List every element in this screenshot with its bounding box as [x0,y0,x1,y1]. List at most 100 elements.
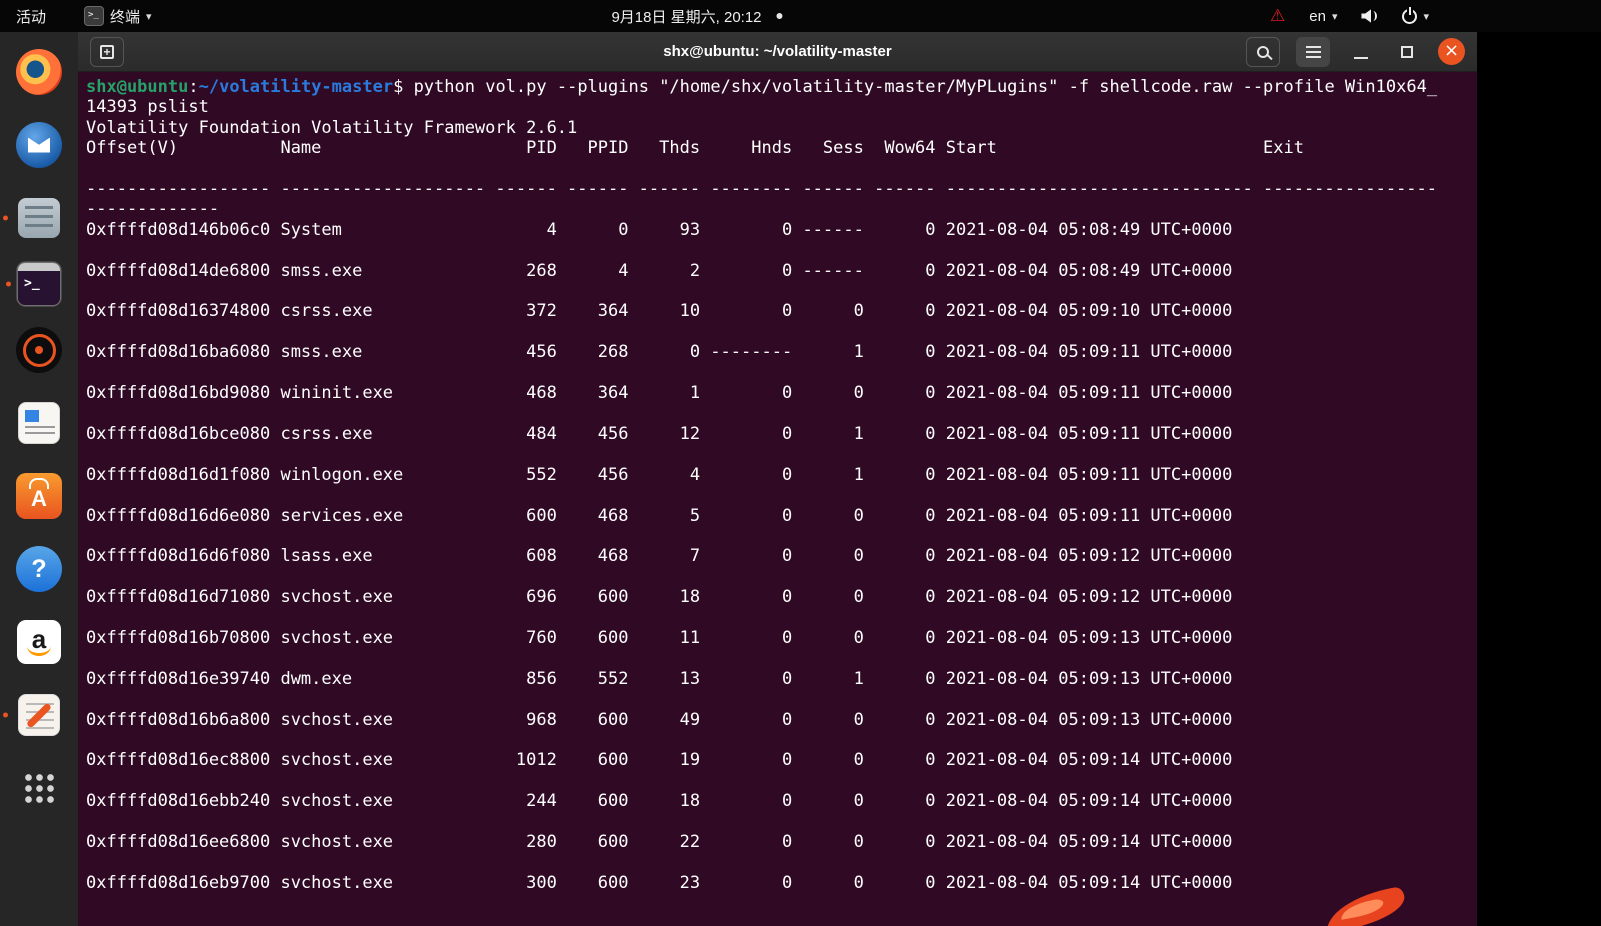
terminal-icon: >_ [17,262,61,306]
hamburger-icon [1305,45,1321,58]
dock-item-writer[interactable] [16,400,62,446]
terminal-text-segment: 0xffffd08d16d71080 svchost.exe 696 600 1… [86,587,1438,608]
running-indicator [6,281,11,287]
dock-item-amazon[interactable]: a [16,619,62,665]
terminal-text-segment: : [188,77,199,97]
amazon-icon: a [17,620,61,664]
show-apps-icon [23,772,56,805]
terminal-text-segment: 0xffffd08d16d1f080 winlogon.exe 552 456 … [86,464,1438,485]
terminal-text-segment: 0xffffd08d16e39740 dwm.exe 856 552 13 0 … [86,668,1438,689]
dock-item-terminal[interactable]: >_ [6,261,62,307]
new-tab-icon: + [100,44,114,59]
dock-item-help[interactable]: ? [16,546,62,592]
chevron-down-icon: ▾ [146,9,152,23]
power-icon [1402,8,1418,24]
language-label: en [1309,7,1326,25]
notification-dot [776,13,783,19]
dock: >_ A? a [0,32,78,926]
dock-item-media[interactable] [16,327,62,373]
desktop: 活动 >_ 终端 ▾ 9月18日 星期六, 20:12 ⚠ en ▾ ▾ >_ … [0,0,1601,926]
warning-icon[interactable]: ⚠ [1270,6,1285,26]
terminal-text-segment: 0xffffd08d16bce080 csrss.exe 484 456 12 … [86,423,1438,444]
text-editor-icon [18,694,60,736]
help-icon: ? [16,546,62,592]
window-controls: × [1246,36,1465,67]
terminal-text-segment: 0xffffd08d16bd9080 wininit.exe 468 364 1… [86,383,1438,404]
firefox-icon [16,49,62,95]
terminal-mini-icon: >_ [84,6,105,26]
running-indicator [3,712,8,718]
terminal-text-segment: 0xffffd08d16ee6800 svchost.exe 280 600 2… [86,832,1438,853]
terminal-text-segment: 0xffffd08d16eb9700 svchost.exe 300 600 2… [86,872,1438,893]
thunderbird-icon [16,122,62,168]
terminal-text-segment: shx@ubuntu [86,77,189,97]
app-menu-label: 终端 [110,8,141,26]
chevron-down-icon: ▾ [1331,9,1338,23]
terminal-window: + shx@ubuntu: ~/volatility-master × shx@… [78,32,1477,926]
workspace: >_ A? a + shx@ubuntu: ~/volatility-master [0,32,1601,926]
volume-icon[interactable] [1361,9,1378,23]
terminal-text-segment: 0xffffd08d16d6e080 services.exe 600 468 … [86,505,1438,526]
terminal-text-segment: 0xffffd08d16d6f080 lsass.exe 608 468 7 0… [86,546,1438,567]
close-button[interactable]: × [1438,38,1465,65]
terminal-text-segment: ------------------ -------------------- … [86,179,1438,200]
terminal-output[interactable]: shx@ubuntu:~/volatility-master$ python v… [78,72,1477,926]
minimize-button[interactable] [1346,37,1376,67]
running-indicator [3,215,8,221]
terminal-text-segment: 0xffffd08d16ec8800 svchost.exe 1012 600 … [86,750,1438,771]
terminal-text-segment: 0xffffd08d16b70800 svchost.exe 760 600 1… [86,627,1438,648]
dock-item-firefox[interactable] [16,49,62,95]
terminal-glyph: >_ [24,276,40,291]
restore-icon [1401,45,1413,58]
dock-item-show-apps[interactable] [16,765,62,811]
terminal-text-segment: ------------- [86,199,220,220]
app-menu[interactable]: >_ 终端 ▾ [78,0,158,32]
terminal-mini-glyph: >_ [88,10,99,20]
search-button[interactable] [1246,36,1280,67]
terminal-text-segment: 0xffffd08d16ebb240 svchost.exe 244 600 1… [86,791,1438,812]
activities-button[interactable]: 活动 [10,0,52,32]
software-glyph: A [31,486,47,511]
dock-item-editor[interactable] [3,692,62,738]
dock-item-software[interactable]: A [16,473,62,519]
language-menu[interactable]: en ▾ [1303,0,1343,32]
close-icon: × [1443,39,1460,61]
help-glyph: ? [31,554,47,583]
power-menu[interactable]: ▾ [1396,0,1435,32]
terminal-text-segment: ~/volatility-master [198,77,394,97]
dock-item-files[interactable] [3,195,62,241]
terminal-text-segment: 0xffffd08d14de6800 smss.exe 268 4 2 0 --… [86,260,1438,281]
terminal-titlebar[interactable]: + shx@ubuntu: ~/volatility-master × [78,32,1477,72]
terminal-text-segment: Volatility Foundation Volatility Framewo… [86,117,578,138]
dock-item-thunderbird[interactable] [16,122,62,168]
terminal-text-segment: 14393 pslist [86,97,209,118]
terminal-text-segment: python vol.py --plugins "/home/shx/volat… [413,77,1438,97]
terminal-text-segment: 0xffffd08d16374800 csrss.exe 372 364 10 … [86,301,1438,322]
chevron-down-icon: ▾ [1423,9,1429,23]
clock-menu[interactable]: 9月18日 星期六, 20:12 [605,0,788,32]
menu-button[interactable] [1296,36,1330,67]
new-tab-button[interactable]: + [90,36,124,67]
clock-label: 9月18日 星期六, 20:12 [611,8,762,26]
window-title: shx@ubuntu: ~/volatility-master [663,43,892,60]
document-icon [18,402,60,444]
watermark-logo [1324,893,1406,926]
media-player-icon [16,327,62,373]
restore-button[interactable] [1392,37,1422,67]
amazon-glyph: a [31,623,47,654]
file-cabinet-icon [18,198,60,238]
